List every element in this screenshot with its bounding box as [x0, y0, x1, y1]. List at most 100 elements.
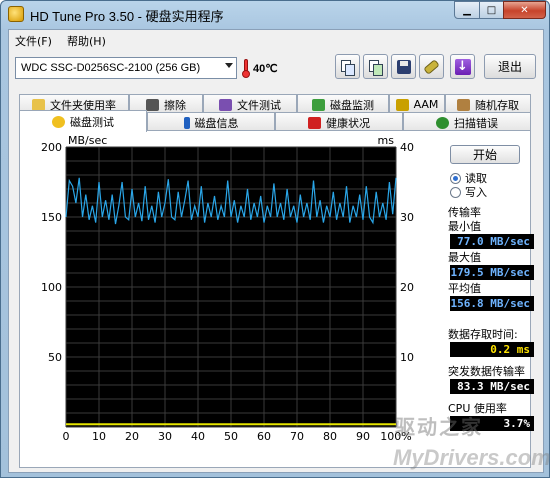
temperature-readout: 40℃ — [253, 63, 278, 75]
maximize-icon: □ — [486, 4, 497, 16]
options-icon — [423, 58, 440, 75]
x-tick-label: 60 — [257, 430, 271, 443]
burst-rate-label: 突发数据传输率 — [448, 365, 525, 378]
copy-text-button[interactable] — [335, 54, 360, 79]
y2-tick-label: 40 — [400, 141, 414, 154]
tab-disk-monitor[interactable]: 磁盘监测 — [297, 94, 389, 114]
y2-tick-label: 10 — [400, 351, 414, 364]
benchmark-icon — [52, 115, 65, 128]
menu-help[interactable]: 帮助(H) — [67, 33, 106, 49]
minimize-icon: ▁ — [463, 4, 471, 16]
menu-file[interactable]: 文件(F) — [15, 33, 52, 49]
cpu-usage-value: 3.7% — [450, 416, 534, 431]
copy-screenshot-icon — [369, 59, 383, 76]
start-button[interactable]: 开始 — [450, 145, 520, 164]
y2-axis-label: ms — [378, 134, 395, 147]
y2-tick-label: 30 — [400, 211, 414, 224]
tab-disk-info[interactable]: 磁盘信息 — [147, 112, 275, 132]
burst-rate-value: 83.3 MB/sec — [450, 379, 534, 394]
tab-label: 健康状况 — [326, 116, 370, 130]
trash-icon — [146, 98, 159, 111]
save-button[interactable] — [391, 54, 416, 79]
access-time-label: 数据存取时间: — [448, 328, 518, 341]
file-test-icon — [219, 98, 232, 111]
write-radio[interactable]: 写入 — [450, 184, 487, 200]
tab-label: 扫描错误 — [454, 116, 498, 130]
tab-label: AAM — [413, 98, 439, 111]
y-tick-label: 150 — [41, 211, 62, 224]
speaker-icon — [395, 98, 409, 111]
min-value: 77.0 MB/sec — [450, 234, 534, 249]
x-tick-label: 20 — [125, 430, 139, 443]
tab-random-access[interactable]: 随机存取 — [445, 94, 531, 114]
benchmark-sidebar: 开始 读取 写入 传输率 最小值 77.0 MB/sec 最大值 179.5 M… — [444, 131, 534, 467]
thermometer-icon — [242, 59, 250, 78]
health-cross-icon — [308, 116, 321, 129]
folder-icon — [32, 98, 45, 111]
tab-row-bottom: 磁盘测试 磁盘信息 健康状况 扫描错误 — [19, 110, 531, 132]
tab-file-test[interactable]: 文件测试 — [203, 94, 297, 114]
radio-unselected-icon — [450, 186, 461, 198]
x-tick-label: 0 — [63, 430, 70, 443]
tab-label: 文件测试 — [237, 98, 281, 112]
y-tick-label: 200 — [41, 141, 62, 154]
x-tick-label: 100% — [380, 430, 411, 443]
minimize-button[interactable]: ▁ — [454, 1, 480, 19]
write-radio-label: 写入 — [465, 186, 487, 199]
y2-tick-label: 20 — [400, 281, 414, 294]
menu-bar: 文件(F) 帮助(H) — [9, 30, 543, 50]
drive-select[interactable]: WDC SSC-D0256SC-2100 (256 GB) — [15, 57, 237, 79]
x-tick-label: 40 — [191, 430, 205, 443]
tab-label: 随机存取 — [475, 98, 519, 112]
title-bar[interactable]: HD Tune Pro 3.50 - 硬盘实用程序 ▁ □ ✕ — [1, 1, 549, 27]
y-tick-label: 100 — [41, 281, 62, 294]
access-time-value: 0.2 ms — [450, 342, 534, 357]
tab-label: 磁盘测试 — [70, 115, 114, 129]
y-tick-label: 50 — [48, 351, 62, 364]
random-access-icon — [457, 98, 470, 111]
x-tick-label: 10 — [92, 430, 106, 443]
drive-select-value: WDC SSC-D0256SC-2100 (256 GB) — [21, 62, 201, 74]
copy-text-icon — [341, 59, 355, 76]
tab-health[interactable]: 健康状况 — [275, 112, 403, 132]
x-tick-label: 90 — [356, 430, 370, 443]
tab-label: 磁盘监测 — [330, 98, 374, 112]
avg-value: 156.8 MB/sec — [450, 296, 534, 311]
x-tick-label: 50 — [224, 430, 238, 443]
tab-label: 擦除 — [164, 98, 186, 112]
x-tick-label: 80 — [323, 430, 337, 443]
tab-aam[interactable]: AAM — [389, 94, 445, 114]
x-tick-label: 70 — [290, 430, 304, 443]
client-area: 文件(F) 帮助(H) WDC SSC-D0256SC-2100 (256 GB… — [8, 29, 544, 473]
tab-error-scan[interactable]: 扫描错误 — [403, 112, 531, 132]
close-button[interactable]: ✕ — [503, 1, 546, 19]
exit-icon-button[interactable]: ↓ — [450, 54, 475, 79]
magnifier-icon — [436, 116, 449, 129]
chevron-down-icon — [225, 63, 233, 68]
tab-label: 磁盘信息 — [194, 116, 239, 130]
benchmark-chart: MB/sec ms20015010050403020100 10 20 30 40 50 60… — [41, 134, 414, 443]
options-button[interactable] — [419, 54, 444, 79]
save-icon — [396, 59, 411, 74]
cpu-usage-label: CPU 使用率 — [448, 402, 507, 415]
info-icon — [183, 116, 190, 129]
max-value: 179.5 MB/sec — [450, 265, 534, 280]
toolbar: WDC SSC-D0256SC-2100 (256 GB) 40℃ ↓ 退出 — [9, 50, 543, 88]
exit-icon: ↓ — [454, 58, 471, 75]
window-title: HD Tune Pro 3.50 - 硬盘实用程序 — [30, 9, 224, 24]
benchmark-panel: MB/sec ms 200 150 100 50 40 30 20 10 0 10 20 30 40 50 60… — [19, 130, 534, 468]
radio-selected-icon — [450, 172, 461, 184]
app-window: HD Tune Pro 3.50 - 硬盘实用程序 ▁ □ ✕ 文件(F) 帮助… — [0, 0, 550, 478]
close-icon: ✕ — [520, 4, 529, 16]
x-tick-label: 30 — [158, 430, 172, 443]
exit-button[interactable]: 退出 — [484, 54, 536, 79]
y-axis-label: MB/sec — [68, 134, 107, 147]
disk-monitor-icon — [312, 98, 325, 111]
maximize-button[interactable]: □ — [479, 1, 504, 19]
avg-label: 平均值 — [448, 282, 481, 295]
max-label: 最大值 — [448, 251, 481, 264]
min-label: 最小值 — [448, 220, 481, 233]
copy-screenshot-button[interactable] — [363, 54, 388, 79]
tab-benchmark[interactable]: 磁盘测试 — [19, 110, 147, 132]
app-icon — [8, 6, 24, 22]
